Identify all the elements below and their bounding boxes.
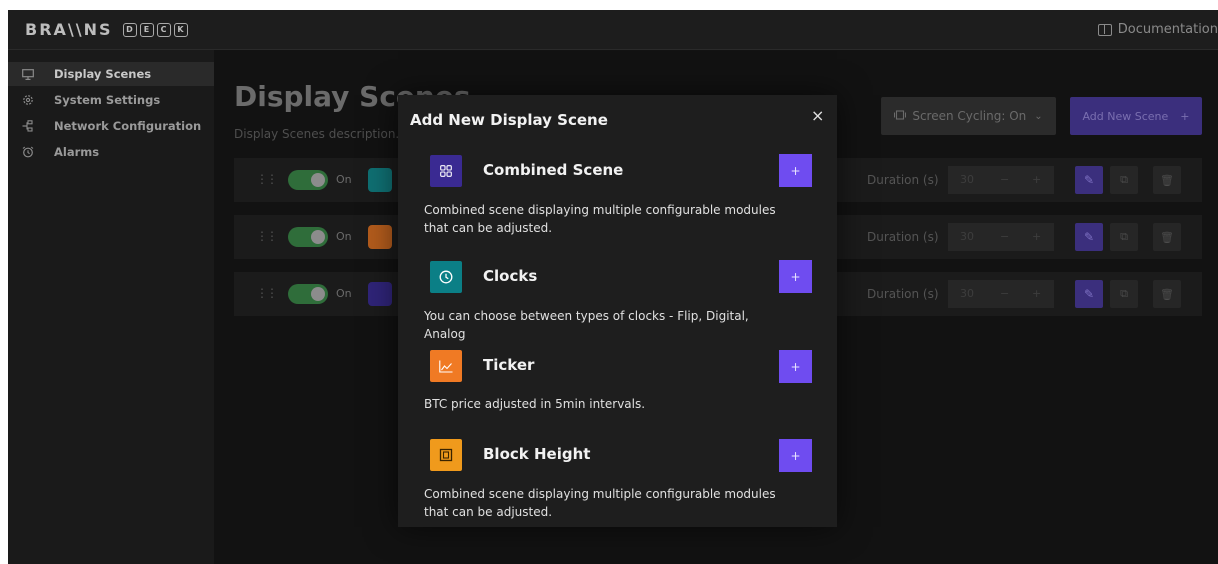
- duration-stepper[interactable]: 30 − +: [948, 166, 1054, 194]
- sidebar-item-display-scenes[interactable]: Display Scenes: [8, 62, 214, 86]
- option-name-ticker: Ticker: [483, 356, 535, 374]
- minus-icon[interactable]: −: [1000, 230, 1009, 243]
- delete-button[interactable]: 🗑: [1153, 280, 1181, 308]
- sidebar-item-label: Alarms: [54, 145, 100, 159]
- scene-toggle[interactable]: [288, 170, 328, 190]
- scene-toggle[interactable]: [288, 227, 328, 247]
- drag-handle-icon[interactable]: ⋮⋮: [256, 172, 278, 186]
- duration-stepper[interactable]: 30 − +: [948, 223, 1054, 251]
- sidebar-item-label: Network Configuration: [54, 119, 202, 133]
- sidebar-item-network-configuration[interactable]: Network Configuration: [8, 114, 214, 138]
- logo-letter: C: [156, 22, 171, 37]
- screen-cycle-icon: [894, 109, 907, 123]
- logo-letter-boxes: D E C K: [122, 22, 188, 37]
- logo-letter: K: [173, 22, 188, 37]
- minus-icon[interactable]: −: [1000, 173, 1009, 186]
- option-description: Combined scene displaying multiple confi…: [424, 203, 776, 235]
- close-icon[interactable]: ×: [811, 106, 824, 125]
- duration-label: Duration (s): [867, 173, 939, 187]
- minus-icon[interactable]: −: [1000, 287, 1009, 300]
- add-ticker-button[interactable]: +: [779, 350, 812, 383]
- book-icon: [1097, 23, 1112, 36]
- add-scene-modal: Add New Display Scene × Combined Scene +…: [398, 95, 837, 527]
- grid-icon: [368, 282, 392, 306]
- documentation-label: Documentation: [1117, 22, 1218, 37]
- duplicate-button[interactable]: ⧉: [1110, 223, 1138, 251]
- documentation-link[interactable]: Documentation: [1097, 22, 1218, 37]
- network-icon: [21, 119, 35, 133]
- grid-icon: [430, 155, 462, 187]
- edit-button[interactable]: ✎: [1075, 280, 1103, 308]
- option-name-clocks: Clocks: [483, 267, 538, 285]
- toggle-label: On: [336, 173, 352, 186]
- sidebar-item-alarms[interactable]: Alarms: [8, 140, 214, 164]
- duplicate-button[interactable]: ⧉: [1110, 166, 1138, 194]
- plus-icon: +: [1180, 109, 1190, 123]
- drag-handle-icon[interactable]: ⋮⋮: [256, 229, 278, 243]
- screen-cycling-label: Screen Cycling: On: [912, 109, 1027, 123]
- duration-value: 30: [960, 230, 974, 243]
- brand-logo[interactable]: BRA\\NS D E C K: [25, 20, 188, 39]
- monitor-icon: [21, 67, 35, 81]
- option-description: Combined scene displaying multiple confi…: [424, 487, 776, 519]
- toggle-label: On: [336, 287, 352, 300]
- sidebar-item-label: Display Scenes: [54, 67, 152, 81]
- delete-button[interactable]: 🗑: [1153, 166, 1181, 194]
- alarm-clock-icon: [21, 145, 35, 159]
- screen-cycling-dropdown[interactable]: Screen Cycling: On ⌄: [881, 97, 1056, 135]
- plus-icon[interactable]: +: [1032, 287, 1041, 300]
- sidebar: Display Scenes System Settings Network C…: [8, 50, 214, 564]
- add-block-height-button[interactable]: +: [779, 439, 812, 472]
- chart-line-icon: [368, 225, 392, 249]
- top-bar: BRA\\NS D E C K Documentation: [8, 10, 1218, 50]
- duration-stepper[interactable]: 30 − +: [948, 280, 1054, 308]
- sidebar-item-label: System Settings: [54, 93, 161, 107]
- block-icon: [430, 439, 462, 471]
- duration-label: Duration (s): [867, 230, 939, 244]
- plus-icon[interactable]: +: [1032, 173, 1041, 186]
- add-clocks-button[interactable]: +: [779, 260, 812, 293]
- logo-letter: D: [122, 22, 137, 37]
- modal-title: Add New Display Scene: [410, 111, 608, 129]
- duration-value: 30: [960, 287, 974, 300]
- option-name-combined-scene: Combined Scene: [483, 161, 624, 179]
- add-new-scene-label: Add New Scene: [1082, 109, 1169, 123]
- option-name-block-height: Block Height: [483, 445, 591, 463]
- option-description: You can choose between types of clocks -…: [424, 309, 749, 341]
- clock-icon: [430, 261, 462, 293]
- duplicate-button[interactable]: ⧉: [1110, 280, 1138, 308]
- toggle-label: On: [336, 230, 352, 243]
- edit-button[interactable]: ✎: [1075, 166, 1103, 194]
- drag-handle-icon[interactable]: ⋮⋮: [256, 286, 278, 300]
- chart-line-icon: [430, 350, 462, 382]
- chevron-down-icon: ⌄: [1034, 110, 1043, 122]
- scene-toggle[interactable]: [288, 284, 328, 304]
- app-window: BRA\\NS D E C K Documentation Display Sc…: [8, 10, 1218, 564]
- option-description: BTC price adjusted in 5min intervals.: [424, 397, 646, 411]
- delete-button[interactable]: 🗑: [1153, 223, 1181, 251]
- add-combined-scene-button[interactable]: +: [779, 154, 812, 187]
- duration-value: 30: [960, 173, 974, 186]
- sidebar-item-system-settings[interactable]: System Settings: [8, 88, 214, 112]
- add-new-scene-button[interactable]: Add New Scene +: [1070, 97, 1202, 135]
- clock-icon: [368, 168, 392, 192]
- edit-button[interactable]: ✎: [1075, 223, 1103, 251]
- page-description: Display Scenes description...: [234, 127, 407, 141]
- logo-word: BRA\\NS: [25, 20, 113, 39]
- logo-letter: E: [139, 22, 154, 37]
- plus-icon[interactable]: +: [1032, 230, 1041, 243]
- gear-icon: [21, 93, 35, 107]
- duration-label: Duration (s): [867, 287, 939, 301]
